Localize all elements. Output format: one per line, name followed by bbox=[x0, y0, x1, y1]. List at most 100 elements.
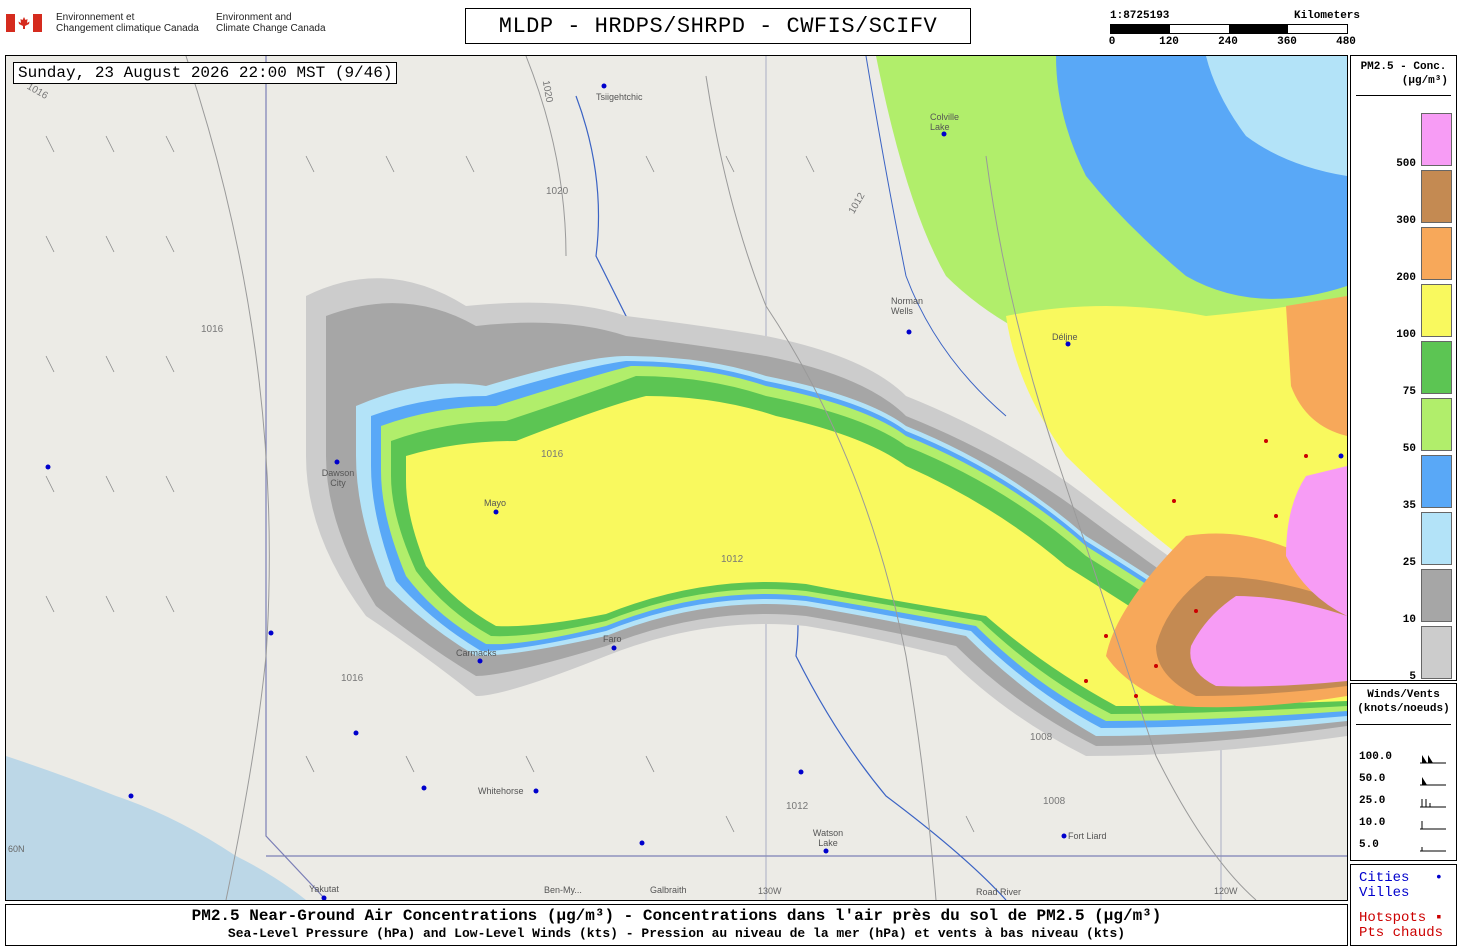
hotspot-square-icon: ▪ bbox=[1434, 910, 1443, 926]
city-marker-whitehorse bbox=[533, 788, 539, 794]
wind-barb-50-icon bbox=[1420, 777, 1446, 786]
place-label: Faro bbox=[603, 634, 622, 644]
eccc-logo: Environnement et Changement climatique Ca… bbox=[6, 12, 336, 40]
city-marker-dawson-city bbox=[334, 459, 340, 465]
city-marker-colville-lake bbox=[941, 131, 947, 137]
pacific-ocean bbox=[6, 756, 306, 900]
legend-swatch-label: 300 bbox=[1396, 215, 1416, 227]
hotspot-marker bbox=[1084, 679, 1088, 683]
isobar-label: 1012 bbox=[721, 554, 744, 565]
wind-barb-10-icon bbox=[1420, 821, 1446, 830]
city-marker bbox=[798, 769, 804, 775]
concentration-map[interactable]: Tsiigehtchic Colville Lake Norman Wells … bbox=[5, 55, 1348, 901]
place-label: Norman Wells bbox=[891, 296, 924, 316]
place-label: Galbraith bbox=[650, 885, 687, 895]
hotspot-marker bbox=[1304, 454, 1308, 458]
isobar-label: 1012 bbox=[786, 801, 809, 812]
city-marker bbox=[45, 464, 51, 470]
legend-swatch-label: 75 bbox=[1402, 386, 1416, 398]
department-name-english: Environment and Climate Change Canada bbox=[216, 12, 326, 34]
wind-legend-row: 50.0 bbox=[1359, 773, 1451, 789]
hotspots-legend: Hotspots Pts chauds ▪ bbox=[1359, 910, 1444, 941]
forecast-datetime: Sunday, 23 August 2026 22:00 MST (9/46) bbox=[13, 62, 398, 84]
concentration-legend-title: PM2.5 - Conc. (µg/m³) bbox=[1360, 61, 1448, 87]
scale-tick: 360 bbox=[1277, 36, 1297, 48]
city-marker-deline bbox=[1065, 341, 1071, 347]
city-marker-fort-liard bbox=[1061, 833, 1067, 839]
city-marker bbox=[421, 785, 427, 791]
legend-swatch bbox=[1421, 113, 1452, 166]
wind-legend-row: 5.0 bbox=[1359, 839, 1451, 855]
wind-legend-row: 10.0 bbox=[1359, 817, 1451, 833]
points-legend: Cities Villes • Hotspots Pts chauds ▪ bbox=[1350, 864, 1457, 946]
meridian-label: 120W bbox=[1214, 886, 1238, 896]
hotspot-marker bbox=[1134, 694, 1138, 698]
city-marker bbox=[268, 630, 274, 636]
scale-tick: 0 bbox=[1108, 36, 1116, 48]
isobar-label: 1016 bbox=[201, 324, 224, 335]
city-marker-faro bbox=[611, 645, 617, 651]
place-label: Mayo bbox=[484, 498, 507, 508]
place-label: Tsiigehtchic bbox=[596, 92, 643, 102]
city-marker bbox=[128, 793, 134, 799]
legend-swatch-label: 25 bbox=[1402, 557, 1416, 569]
map-caption: PM2.5 Near-Ground Air Concentrations (µg… bbox=[5, 904, 1348, 946]
city-marker-norman-wells bbox=[906, 329, 912, 335]
isobar-label: 1008 bbox=[1030, 732, 1053, 743]
legend-swatch bbox=[1421, 455, 1452, 508]
legend-swatch bbox=[1421, 284, 1452, 337]
city-marker-watson-lake bbox=[823, 848, 829, 854]
place-label: Colville Lake bbox=[930, 112, 960, 132]
wind-barb-100-icon bbox=[1420, 755, 1446, 764]
legend-swatch-label: 50 bbox=[1402, 443, 1416, 455]
hotspot-marker bbox=[1264, 439, 1268, 443]
product-title: MLDP - HRDPS/SHRPD - CWFIS/SCIFV bbox=[465, 8, 971, 44]
canada-flag-icon bbox=[6, 14, 42, 32]
isobar-label: 1016 bbox=[541, 449, 564, 460]
legend-swatch-label: 10 bbox=[1402, 614, 1416, 626]
legend-swatch bbox=[1421, 227, 1452, 280]
place-label: Watson Lake bbox=[812, 828, 844, 848]
legend-swatch bbox=[1421, 512, 1452, 565]
scale-bar: 1:8725193 Kilometers 0 120 240 360 480 bbox=[1108, 10, 1360, 50]
city-marker-tsiigehtchic bbox=[601, 83, 607, 89]
legend-swatch-label: 100 bbox=[1396, 329, 1416, 341]
scale-units: Kilometers bbox=[1293, 10, 1360, 22]
scale-bar-segments bbox=[1110, 24, 1348, 34]
isobar-line bbox=[185, 56, 270, 900]
place-label: Road River bbox=[976, 887, 1022, 897]
isobar-label: 1020 bbox=[546, 186, 569, 197]
hotspot-marker bbox=[1154, 664, 1158, 668]
caption-sub: Sea-Level Pressure (hPa) and Low-Level W… bbox=[227, 926, 1126, 941]
map-canvas bbox=[6, 56, 1347, 900]
department-name-french: Environnement et Changement climatique Ca… bbox=[56, 12, 199, 34]
place-label: Carmacks bbox=[456, 648, 497, 658]
legend-swatch-label: 5 bbox=[1409, 671, 1416, 683]
place-label: Dawson City bbox=[321, 468, 355, 488]
place-label: Whitehorse bbox=[478, 786, 524, 796]
isobar-label: 1016 bbox=[341, 673, 364, 684]
concentration-legend: PM2.5 - Conc. (µg/m³) 500 300 200 100 75 50 35… bbox=[1350, 55, 1457, 683]
legend-swatch bbox=[1421, 569, 1452, 622]
scale-tick: 240 bbox=[1218, 36, 1238, 48]
scale-ratio: 1:8725193 bbox=[1110, 10, 1170, 22]
legend-swatch bbox=[1421, 626, 1452, 679]
meridian-label: 130W bbox=[758, 886, 782, 896]
city-marker bbox=[353, 730, 359, 736]
city-marker-carmacks bbox=[477, 658, 483, 664]
cities-legend: Cities Villes • bbox=[1359, 870, 1443, 901]
city-marker-mayo bbox=[493, 509, 499, 515]
place-label: Fort Liard bbox=[1068, 831, 1107, 841]
isobar-label: 1008 bbox=[1043, 796, 1066, 807]
hotspot-marker bbox=[1274, 514, 1278, 518]
wind-legend-row: 100.0 bbox=[1359, 751, 1451, 767]
hotspot-marker bbox=[1172, 499, 1176, 503]
legend-swatch-label: 500 bbox=[1396, 158, 1416, 170]
legend-swatch-label: 200 bbox=[1396, 272, 1416, 284]
place-label: Ben-My... bbox=[544, 885, 582, 895]
city-marker bbox=[639, 840, 645, 846]
caption-main: PM2.5 Near-Ground Air Concentrations (µg… bbox=[191, 907, 1162, 925]
legend-swatch bbox=[1421, 341, 1452, 394]
legend-swatch-label: 35 bbox=[1402, 500, 1416, 512]
wind-barb-5-icon bbox=[1420, 847, 1446, 852]
